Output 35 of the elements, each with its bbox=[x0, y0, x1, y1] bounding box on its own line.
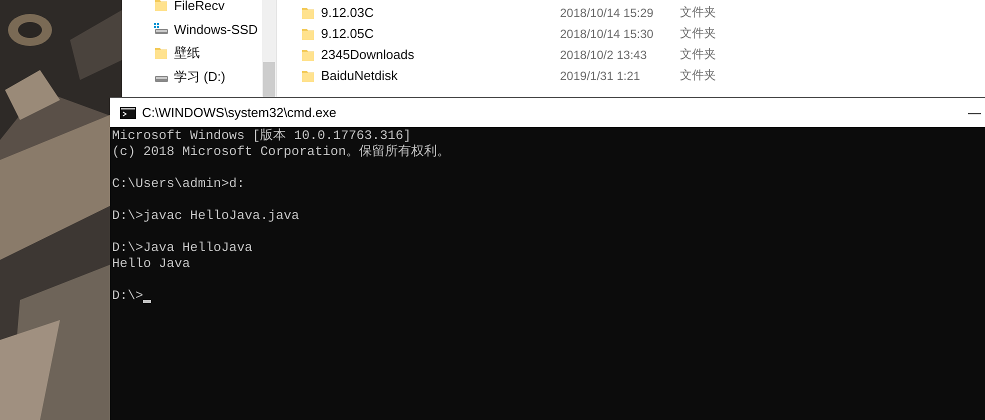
file-name[interactable]: 9.12.03C bbox=[321, 5, 560, 20]
nav-item[interactable]: 学习 (D:) bbox=[174, 68, 226, 86]
folder-icon bbox=[301, 26, 315, 40]
window-title: C:\WINDOWS\system32\cmd.exe bbox=[142, 105, 336, 120]
drive-icon bbox=[154, 22, 168, 36]
file-date: 2019/1/31 1:21 bbox=[560, 68, 642, 82]
file-type: 文件夹 bbox=[680, 4, 716, 21]
console-icon bbox=[120, 106, 136, 118]
console-line: C:\Users\admin>d: bbox=[112, 176, 245, 192]
console-line: D:\>Java HelloJava bbox=[112, 240, 252, 256]
file-type: 文件夹 bbox=[680, 25, 716, 42]
minimize-button[interactable]: — bbox=[964, 105, 985, 120]
scrollbar[interactable] bbox=[262, 0, 276, 98]
nav-item[interactable]: 壁纸 bbox=[174, 44, 200, 62]
console-line: (c) 2018 Microsoft Corporation。保留所有权利。 bbox=[112, 144, 450, 160]
folder-icon bbox=[301, 48, 315, 62]
nav-item[interactable]: FileRecv bbox=[174, 0, 225, 12]
file-name[interactable]: 9.12.05C bbox=[321, 26, 560, 41]
file-date: 2018/10/2 13:43 bbox=[560, 48, 648, 62]
console-line: Hello Java bbox=[112, 256, 190, 272]
file-name[interactable]: BaiduNetdisk bbox=[321, 68, 560, 83]
file-type: 文件夹 bbox=[680, 46, 716, 63]
file-date: 2018/10/14 15:29 bbox=[560, 6, 654, 20]
console-line: D:\>javac HelloJava.java bbox=[112, 208, 300, 224]
folder-icon bbox=[154, 0, 168, 12]
folder-icon bbox=[301, 6, 315, 20]
file-type: 文件夹 bbox=[680, 67, 716, 84]
nav-item[interactable]: Windows-SSD bbox=[174, 22, 258, 36]
scroll-thumb[interactable] bbox=[263, 62, 275, 98]
file-date: 2018/10/14 15:30 bbox=[560, 26, 654, 40]
folder-icon bbox=[301, 68, 315, 82]
console-line: Microsoft Windows [版本 10.0.17763.316] bbox=[112, 128, 412, 144]
file-name[interactable]: 2345Downloads bbox=[321, 47, 560, 62]
console-line: D:\> bbox=[112, 288, 144, 304]
folder-icon bbox=[154, 46, 168, 60]
